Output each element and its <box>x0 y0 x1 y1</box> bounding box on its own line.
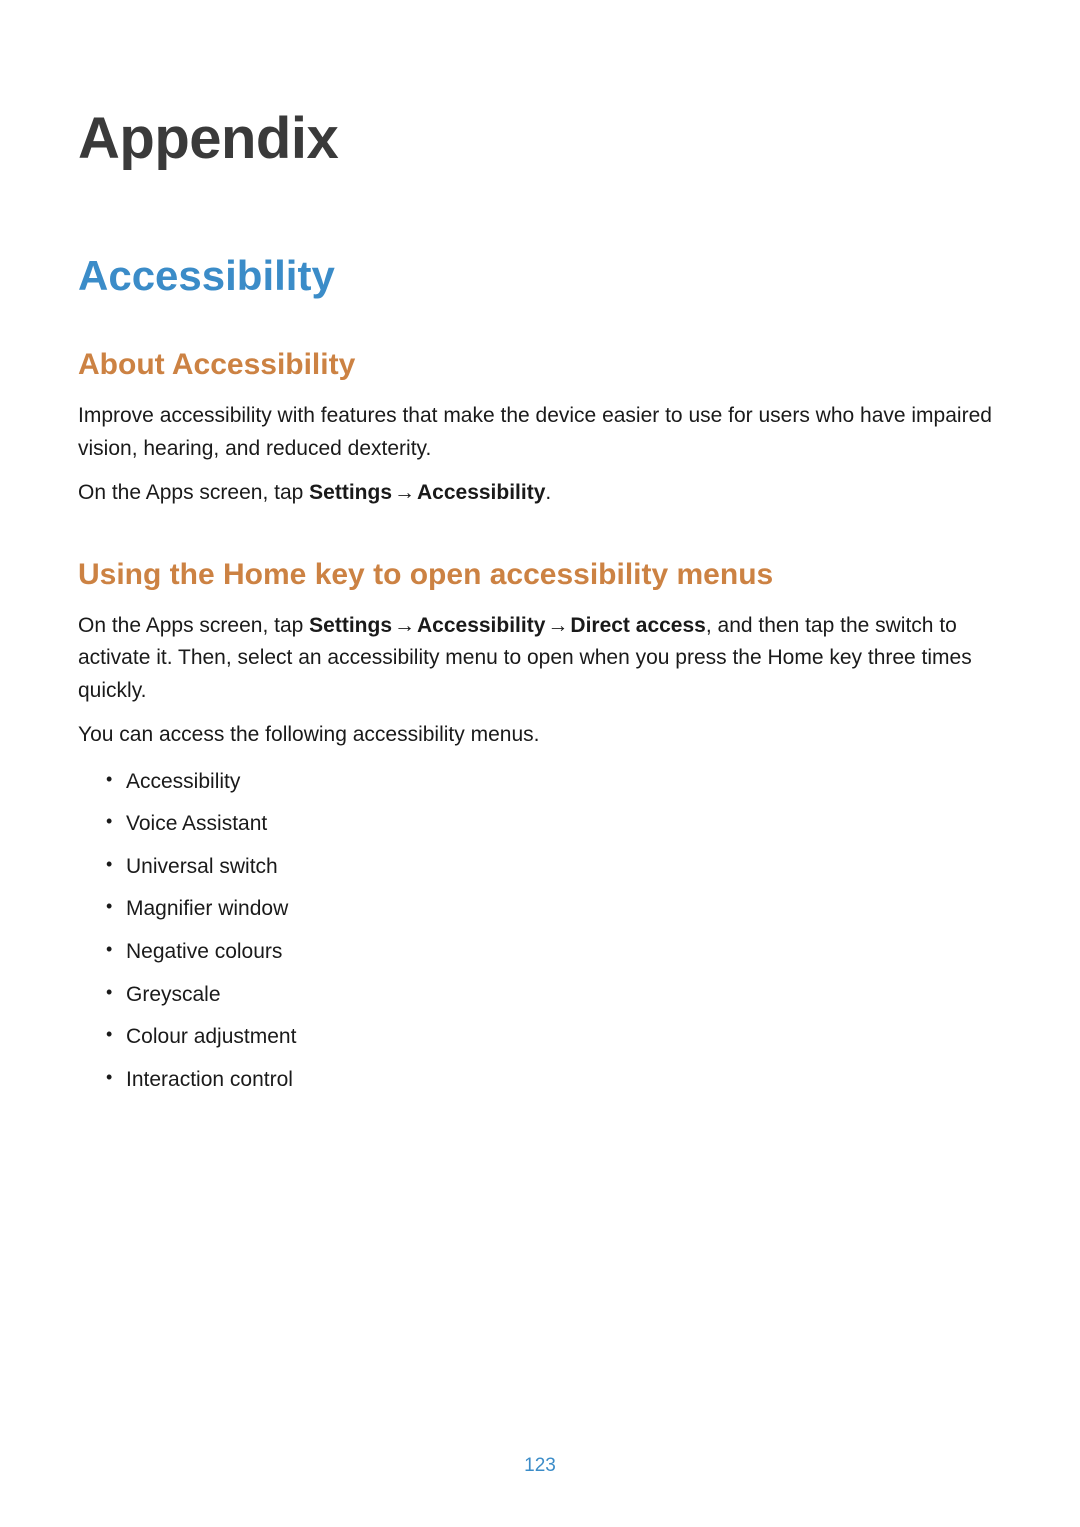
arrow-icon: → <box>547 610 568 643</box>
text-fragment: . <box>545 481 551 504</box>
bold-text: Accessibility <box>417 614 545 637</box>
body-paragraph: Improve accessibility with features that… <box>78 400 1002 465</box>
section-title: Accessibility <box>78 252 1002 300</box>
body-paragraph: On the Apps screen, tap Settings → Acces… <box>78 477 1002 510</box>
arrow-icon: → <box>394 610 415 643</box>
list-item: Colour adjustment <box>106 1021 1002 1054</box>
list-item: Accessibility <box>106 766 1002 799</box>
subsection-title: About Accessibility <box>78 348 1002 382</box>
list-item: Interaction control <box>106 1064 1002 1097</box>
body-paragraph: On the Apps screen, tap Settings → Acces… <box>78 610 1002 708</box>
bold-text: Accessibility <box>417 481 545 504</box>
bold-text: Settings <box>309 481 392 504</box>
list-item: Voice Assistant <box>106 808 1002 841</box>
accessibility-menu-list: Accessibility Voice Assistant Universal … <box>78 766 1002 1096</box>
body-paragraph: You can access the following accessibili… <box>78 719 1002 752</box>
arrow-icon: → <box>394 477 415 510</box>
text-fragment: On the Apps screen, tap <box>78 481 309 504</box>
bold-text: Direct access <box>570 614 705 637</box>
page-number: 123 <box>0 1455 1080 1477</box>
subsection-title: Using the Home key to open accessibility… <box>78 558 1002 592</box>
text-fragment: On the Apps screen, tap <box>78 614 309 637</box>
subsection-about-accessibility: About Accessibility Improve accessibilit… <box>78 348 1002 510</box>
subsection-home-key: Using the Home key to open accessibility… <box>78 558 1002 1097</box>
list-item: Greyscale <box>106 979 1002 1012</box>
list-item: Negative colours <box>106 936 1002 969</box>
list-item: Magnifier window <box>106 893 1002 926</box>
chapter-title: Appendix <box>78 105 1002 172</box>
list-item: Universal switch <box>106 851 1002 884</box>
bold-text: Settings <box>309 614 392 637</box>
